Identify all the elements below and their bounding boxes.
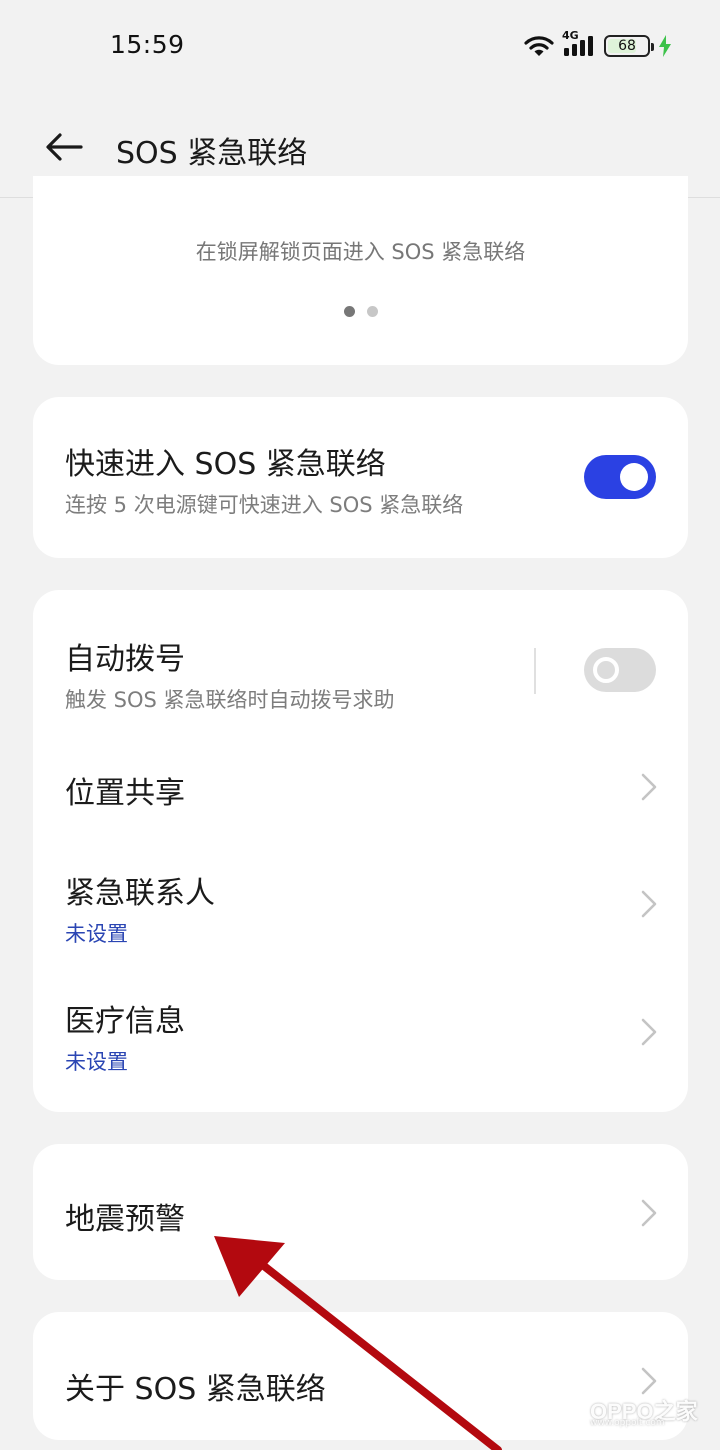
- chevron-right-icon: [641, 773, 657, 801]
- earthquake-warning-title: 地震预警: [65, 1202, 185, 1237]
- carousel-caption: 在锁屏解锁页面进入 SOS 紧急联络: [195, 240, 526, 264]
- site-watermark: OPPO之家 www.oppolt.com: [538, 1382, 710, 1438]
- earthquake-warning-row[interactable]: 地震预警: [33, 1144, 688, 1280]
- location-sharing-title: 位置共享: [65, 776, 185, 811]
- back-arrow-icon: [46, 133, 83, 161]
- emergency-contacts-status: 未设置: [65, 922, 128, 946]
- auto-dial-toggle[interactable]: [584, 648, 656, 692]
- auto-dial-row[interactable]: 自动拨号 触发 SOS 紧急联络时自动拨号求助: [33, 590, 688, 730]
- battery-icon: 68: [604, 35, 654, 57]
- quick-entry-toggle[interactable]: [584, 455, 656, 499]
- wifi-icon: [524, 36, 554, 56]
- sos-settings-card: 自动拨号 触发 SOS 紧急联络时自动拨号求助 位置共享 紧急联系人 未设置 医…: [33, 590, 688, 1112]
- chevron-right-icon: [641, 1199, 657, 1227]
- back-button[interactable]: [40, 124, 88, 170]
- quick-entry-row[interactable]: 快速进入 SOS 紧急联络 连按 5 次电源键可快速进入 SOS 紧急联络: [33, 397, 688, 558]
- page-title: SOS 紧急联络: [116, 136, 308, 171]
- medical-info-status: 未设置: [65, 1050, 128, 1074]
- emergency-contacts-title: 紧急联系人: [65, 876, 215, 911]
- toggle-knob: [593, 657, 619, 683]
- earthquake-warning-card: 地震预警: [33, 1144, 688, 1280]
- charging-bolt-icon: [659, 35, 671, 57]
- illustration-carousel[interactable]: 在锁屏解锁页面进入 SOS 紧急联络: [33, 176, 688, 365]
- auto-dial-title: 自动拨号: [65, 642, 185, 677]
- signal-icon: 4G: [562, 29, 596, 59]
- about-sos-title: 关于 SOS 紧急联络: [65, 1372, 326, 1407]
- chevron-right-icon: [641, 1018, 657, 1046]
- chevron-right-icon: [641, 890, 657, 918]
- medical-info-title: 医疗信息: [65, 1004, 185, 1039]
- quick-entry-card: 快速进入 SOS 紧急联络 连按 5 次电源键可快速进入 SOS 紧急联络: [33, 397, 688, 558]
- quick-entry-title: 快速进入 SOS 紧急联络: [65, 447, 386, 482]
- quick-entry-subtitle: 连按 5 次电源键可快速进入 SOS 紧急联络: [65, 493, 464, 517]
- medical-info-row[interactable]: 医疗信息 未设置: [33, 974, 688, 1112]
- carousel-page-indicator: [33, 306, 688, 317]
- battery-level: 68: [618, 38, 636, 54]
- divider: [534, 648, 536, 694]
- watermark-url: www.oppolt.com: [590, 1418, 665, 1428]
- page-dot[interactable]: [366, 306, 378, 317]
- location-sharing-row[interactable]: 位置共享: [33, 730, 688, 846]
- toggle-knob: [620, 463, 648, 491]
- page-dot-active[interactable]: [343, 306, 355, 317]
- status-time: 15:59: [110, 30, 185, 59]
- auto-dial-subtitle: 触发 SOS 紧急联络时自动拨号求助: [65, 688, 395, 712]
- emergency-contacts-row[interactable]: 紧急联系人 未设置: [33, 846, 688, 974]
- status-icons: 4G 68: [524, 29, 672, 59]
- status-bar: 15:59 4G 68: [0, 0, 720, 92]
- house-logo-icon: [539, 1388, 581, 1432]
